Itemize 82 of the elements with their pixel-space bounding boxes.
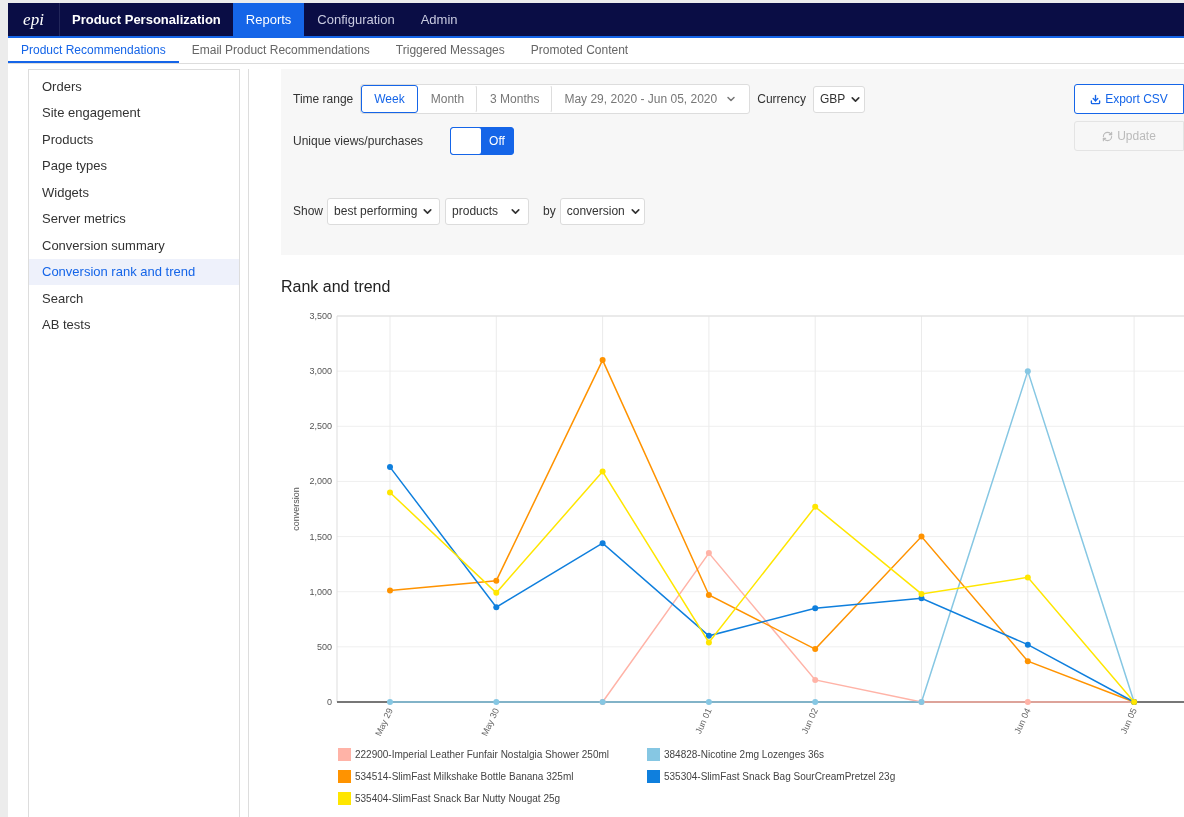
data-point [599,357,606,364]
data-point [1024,658,1031,665]
sub-tab[interactable]: Triggered Messages [382,38,518,63]
y-tick-label: 3,000 [309,366,332,377]
toggle-switch[interactable]: Off [450,127,514,155]
nav-tab[interactable]: Reports [232,3,305,36]
download-icon [1090,93,1102,105]
y-tick-label: 2,500 [309,421,332,432]
field-label: by [543,203,556,220]
sidebar-item[interactable]: Products [29,126,239,153]
nav-tab[interactable]: Configuration [304,3,408,36]
data-point [1024,574,1031,581]
sidebar-item[interactable]: Server metrics [29,205,239,232]
ranking-select[interactable]: best performing [327,197,441,225]
y-tick-label: 0 [327,697,332,707]
logo: epi [8,3,60,36]
data-point [387,587,393,594]
field-label: Time range [293,91,354,108]
entity-select[interactable]: products [445,197,530,225]
data-point [387,489,393,496]
data-point [812,699,819,705]
sidebar-item[interactable]: Orders [29,73,239,100]
data-point [918,533,925,540]
product-title: Product Personalization [71,10,222,29]
section-title: Rank and trend [281,277,392,297]
legend-label: 534514-SlimFast Milkshake Bottle Banana 325ml [355,770,574,784]
x-tick-label: Jun 04 [1012,706,1033,736]
legend-label: 535304-SlimFast Snack Bag SourCreamPretzel 23g [664,770,896,784]
sidebar-item[interactable]: Conversion rank and trend [29,258,239,285]
data-point [812,605,819,612]
sidebar-item[interactable]: Page types [29,152,239,179]
data-point [1024,641,1031,648]
sub-tab[interactable]: Product Recommendations [8,38,179,63]
sidebar-item[interactable]: AB tests [29,311,239,338]
data-point [387,699,393,705]
data-point [812,503,819,510]
data-point [1024,699,1031,705]
sidebar-item[interactable]: Site engagement [29,99,239,126]
legend-label: 535404-SlimFast Snack Bar Nutty Nougat 25g [355,792,561,806]
field-label: Unique views/purchases [293,133,425,150]
x-tick-label: Jun 05 [1118,706,1139,736]
data-point [493,604,500,611]
sub-tab[interactable]: Email Product Recommendations [178,38,383,63]
sub-tab[interactable]: Promoted Content [517,38,642,63]
data-point [599,468,606,475]
y-tick-label: 1,000 [309,586,332,597]
x-tick-label: May 29 [373,706,395,738]
x-tick-label: Jun 01 [693,706,714,736]
data-point [493,699,500,705]
legend-label: 384828-Nicotine 2mg Lozenges 36s [664,748,825,762]
y-tick-label: 1,500 [309,531,332,542]
metric-select[interactable]: conversion [559,197,645,225]
date-range-dropdown[interactable]: May 29, 2020 - Jun 05, 2020 [552,85,750,113]
refresh-icon [1102,130,1114,142]
data-point [812,646,819,653]
x-tick-label: Jun 02 [799,706,820,736]
y-tick-label: 500 [316,641,332,652]
data-point [387,464,393,471]
segment-option[interactable]: Week [361,85,418,113]
nav-tab[interactable]: Admin [407,3,471,36]
segment-option[interactable]: 3 Months [477,85,553,113]
data-point [493,589,500,596]
export-csv-button[interactable]: Export CSV [1074,84,1184,114]
segment-option[interactable]: Month [417,85,478,113]
data-point [812,676,819,683]
sidebar-item[interactable]: Conversion summary [29,232,239,259]
currency-select[interactable]: GBP [812,85,865,113]
data-point [1024,368,1031,375]
data-point [493,577,500,584]
field-label: Show [293,203,324,220]
data-point [705,592,712,598]
y-tick-label: 3,500 [309,311,332,321]
x-tick-label: May 30 [479,706,502,738]
legend-label: 222900-Imperial Leather Funfair Nostalgia Shower 250ml [355,748,610,762]
data-point [705,699,712,705]
field-label: Currency [757,91,806,108]
data-point [599,540,606,547]
sidebar-item[interactable]: Search [29,285,239,312]
y-tick-label: 2,000 [309,476,332,487]
data-point [705,550,712,557]
sidebar-item[interactable]: Widgets [29,179,239,206]
y-axis-title: conversion [291,487,301,531]
